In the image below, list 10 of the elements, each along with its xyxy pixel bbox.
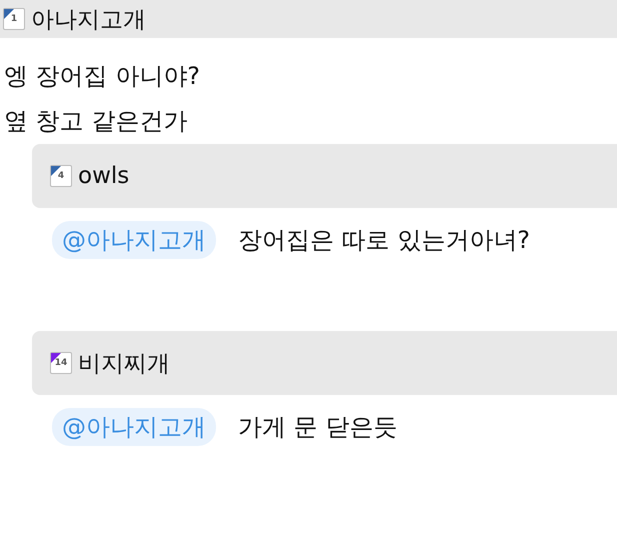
- author-name[interactable]: owls: [78, 163, 130, 189]
- author-name[interactable]: 비지찌개: [78, 348, 170, 378]
- level-badge: 14: [50, 352, 72, 374]
- comment-text: 엥 장어집 아니야?: [4, 61, 201, 92]
- comment-text: 옆 창고 같은건가: [4, 106, 188, 137]
- reply-text: 장어집은 따로 있는거아녀?: [238, 225, 530, 256]
- author-name[interactable]: 아나지고개: [31, 4, 146, 34]
- level-badge: 1: [3, 8, 25, 30]
- reply-text: 가게 문 닫은듯: [238, 412, 398, 443]
- level-badge: 4: [50, 165, 72, 187]
